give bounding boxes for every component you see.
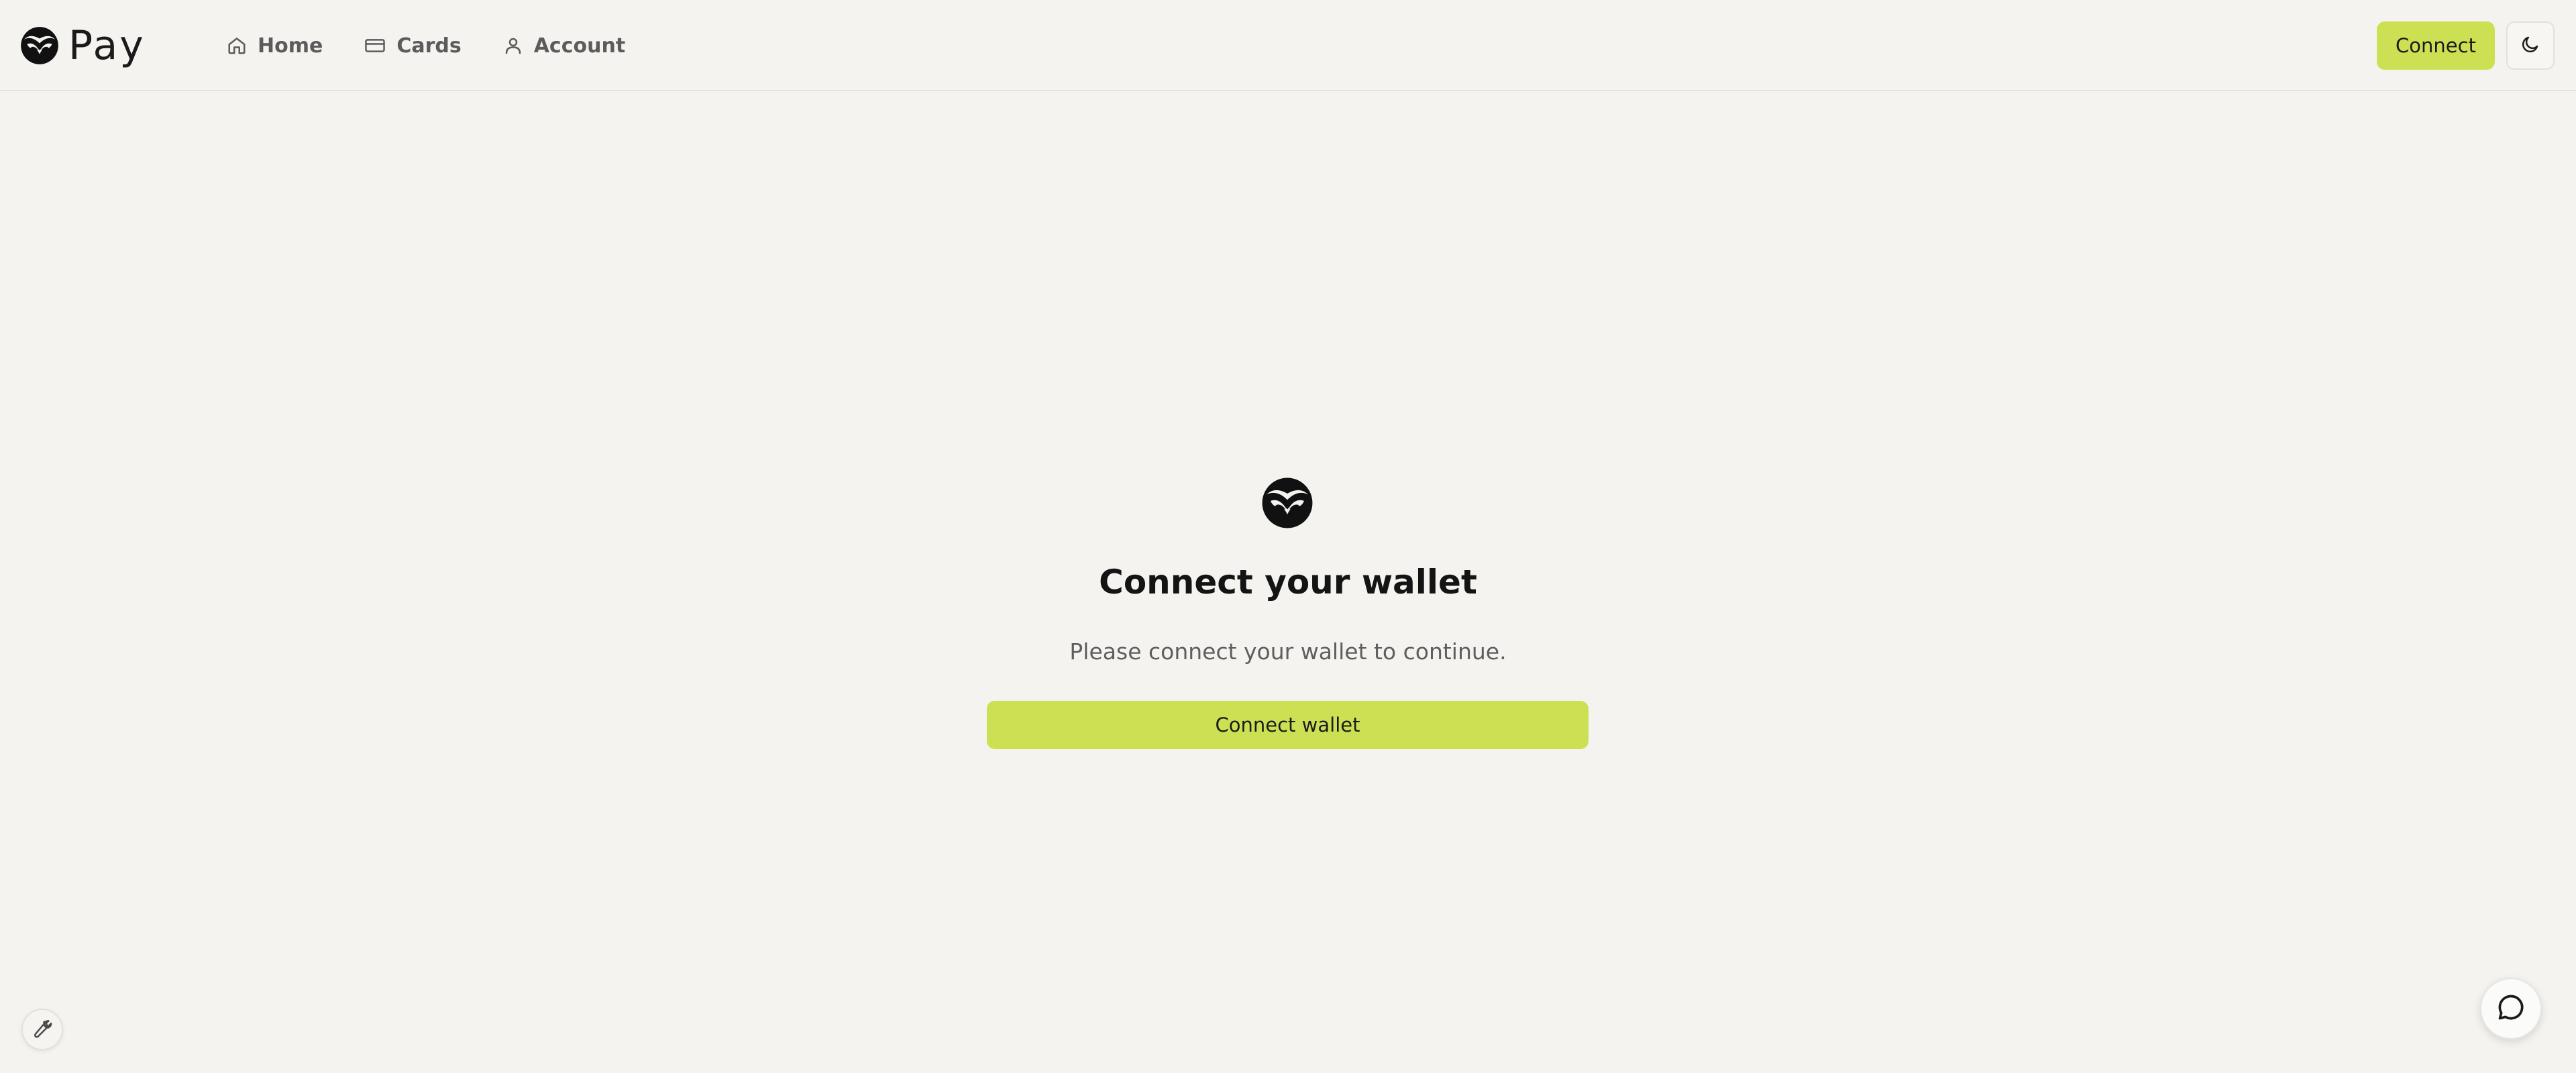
main-nav: Home Cards Account	[227, 30, 625, 62]
connect-wallet-button[interactable]: Connect wallet	[987, 701, 1589, 749]
chat-button[interactable]	[2480, 978, 2542, 1039]
nav-item-label: Cards	[396, 34, 462, 58]
user-icon	[503, 36, 523, 56]
nav-item-account[interactable]: Account	[503, 34, 625, 58]
moon-icon	[2520, 34, 2540, 57]
home-icon	[227, 36, 247, 56]
owl-logo-icon	[1261, 477, 1313, 529]
wrench-icon	[32, 1018, 52, 1041]
header-connect-button[interactable]: Connect	[2377, 21, 2495, 70]
page-subtitle: Please connect your wallet to continue.	[1069, 638, 1507, 665]
nav-item-home[interactable]: Home	[227, 34, 323, 58]
chat-bubble-icon	[2496, 993, 2526, 1025]
page-title: Connect your wallet	[1099, 563, 1477, 602]
brand-logo[interactable]: Pay	[20, 25, 146, 66]
owl-logo-icon	[20, 26, 59, 65]
nav-item-cards[interactable]: Cards	[364, 34, 462, 58]
brand-name: Pay	[68, 22, 146, 69]
card-icon	[364, 36, 386, 56]
dev-tools-button[interactable]	[21, 1009, 63, 1050]
theme-toggle-button[interactable]	[2506, 21, 2555, 70]
top-header: Pay Home Cards Account Connect	[0, 0, 2576, 91]
nav-item-label: Account	[533, 34, 626, 58]
nav-item-label: Home	[258, 34, 323, 58]
